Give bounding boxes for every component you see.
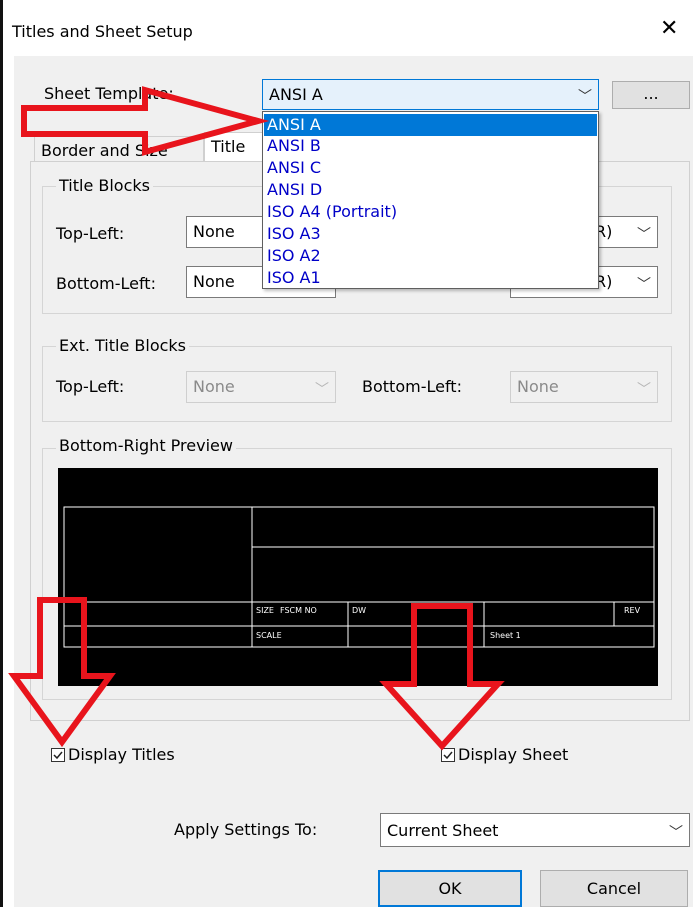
preview-drawing: SIZE FSCM NO DW REV SCALE Sheet 1 bbox=[63, 506, 655, 648]
display-sheet-label[interactable]: Display Sheet bbox=[458, 745, 568, 764]
dropdown-option-iso-a1[interactable]: ISO A1 bbox=[267, 267, 321, 289]
preview-sheet-cell: Sheet 1 bbox=[490, 631, 521, 640]
chevron-down-icon: ﹀ bbox=[637, 277, 651, 293]
title-block-preview: SIZE FSCM NO DW REV SCALE Sheet 1 bbox=[58, 468, 658, 686]
dropdown-option-iso-a4[interactable]: ISO A4 (Portrait) bbox=[267, 201, 397, 223]
title-blocks-legend: Title Blocks bbox=[56, 176, 153, 195]
preview-rev-cell: REV bbox=[624, 606, 641, 615]
apply-settings-select[interactable]: Current Sheet ﹀ bbox=[380, 813, 690, 847]
sheet-template-value: ANSI A bbox=[269, 85, 323, 104]
ext-title-blocks-legend: Ext. Title Blocks bbox=[56, 336, 190, 355]
title-bottom-left-value: None bbox=[193, 272, 235, 291]
chevron-down-icon: ﹀ bbox=[315, 382, 329, 398]
title-top-left-value: None bbox=[193, 222, 235, 241]
close-icon[interactable]: ✕ bbox=[660, 18, 678, 40]
ext-top-left-select[interactable]: None ﹀ bbox=[186, 371, 336, 403]
preview-dwg-cell: DW bbox=[352, 606, 366, 615]
chevron-down-icon: ﹀ bbox=[637, 227, 651, 243]
dropdown-option-ansi-c[interactable]: ANSI C bbox=[267, 157, 321, 179]
tab-title[interactable]: Title bbox=[204, 132, 264, 162]
ext-bottom-left-select[interactable]: None ﹀ bbox=[510, 371, 658, 403]
window-title: Titles and Sheet Setup bbox=[12, 22, 193, 41]
ext-top-left-label: Top-Left: bbox=[56, 377, 125, 396]
ext-bottom-left-label: Bottom-Left: bbox=[362, 377, 462, 396]
chevron-down-icon: ﹀ bbox=[637, 382, 651, 398]
more-button[interactable]: ... bbox=[612, 81, 690, 109]
title-bottom-left-label: Bottom-Left: bbox=[56, 274, 156, 293]
dropdown-option-iso-a3[interactable]: ISO A3 bbox=[267, 223, 321, 245]
display-titles-label[interactable]: Display Titles bbox=[68, 745, 175, 764]
ext-top-left-value: None bbox=[193, 377, 235, 396]
display-titles-checkbox[interactable] bbox=[51, 748, 65, 762]
chevron-down-icon: ﹀ bbox=[578, 89, 592, 105]
dropdown-option-iso-a2[interactable]: ISO A2 bbox=[267, 245, 321, 267]
dropdown-option-ansi-d[interactable]: ANSI D bbox=[267, 179, 322, 201]
preview-size-cell: SIZE bbox=[256, 606, 274, 615]
ok-button[interactable]: OK bbox=[378, 870, 522, 907]
chevron-down-icon: ﹀ bbox=[669, 825, 683, 841]
sheet-template-dropdown: ANSI A ANSI B ANSI C ANSI D ISO A4 (Port… bbox=[262, 111, 599, 289]
checkmark-icon bbox=[443, 751, 453, 760]
preview-scale-cell: SCALE bbox=[256, 631, 282, 640]
checkmark-icon bbox=[53, 751, 63, 760]
display-sheet-checkbox[interactable] bbox=[441, 748, 455, 762]
window-border bbox=[0, 0, 3, 907]
tab-border-and-size[interactable]: Border and Size bbox=[34, 136, 204, 162]
apply-settings-value: Current Sheet bbox=[387, 821, 499, 840]
ext-bottom-left-value: None bbox=[517, 377, 559, 396]
cancel-button[interactable]: Cancel bbox=[540, 870, 688, 907]
dropdown-option-ansi-b[interactable]: ANSI B bbox=[267, 135, 321, 157]
title-top-left-label: Top-Left: bbox=[56, 224, 125, 243]
preview-legend: Bottom-Right Preview bbox=[56, 436, 236, 455]
preview-fscm-cell: FSCM NO bbox=[280, 606, 317, 615]
sheet-template-label: Sheet Template: bbox=[44, 84, 174, 103]
apply-settings-label: Apply Settings To: bbox=[174, 820, 318, 839]
sheet-template-select[interactable]: ANSI A ﹀ bbox=[262, 79, 599, 110]
dropdown-option-ansi-a[interactable]: ANSI A bbox=[264, 114, 597, 136]
